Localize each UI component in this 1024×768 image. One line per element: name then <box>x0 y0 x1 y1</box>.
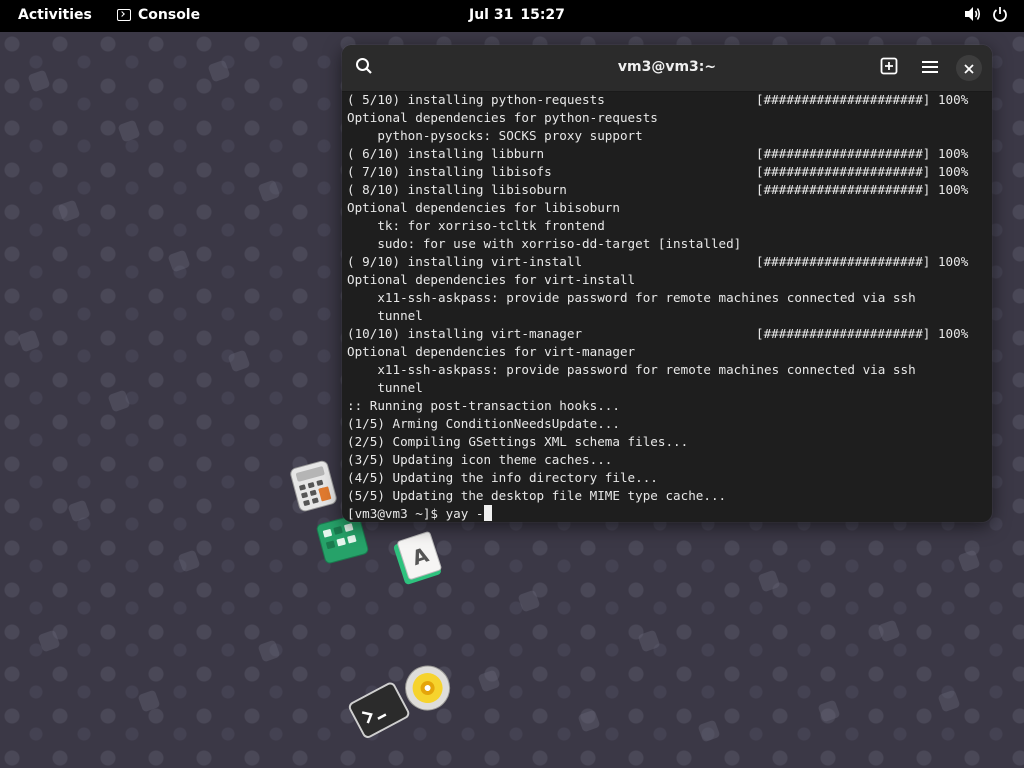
terminal-line: ( 6/10) installing libburn [#############… <box>347 146 969 161</box>
terminal-line: (2/5) Compiling GSettings XML schema fil… <box>347 434 689 449</box>
terminal-line: x11-ssh-askpass: provide password for re… <box>347 362 916 377</box>
clock-button[interactable]: Jul 31 15:27 <box>469 7 565 23</box>
terminal-line: ( 9/10) installing virt-install [########… <box>347 254 969 269</box>
app-name: Console <box>138 7 201 23</box>
close-icon <box>964 59 974 78</box>
terminal-line: (5/5) Updating the desktop file MIME typ… <box>347 488 727 503</box>
terminal-line: Optional dependencies for virt-manager <box>347 344 636 359</box>
power-icon <box>992 6 1008 22</box>
terminal-line: sudo: for use with xorriso-dd-target [in… <box>347 236 742 251</box>
text-cursor <box>483 505 492 521</box>
command-prompt-line[interactable]: [vm3@vm3 ~]$ yay - <box>347 505 992 522</box>
close-window-button[interactable] <box>956 55 982 81</box>
terminal-line: Optional dependencies for virt-install <box>347 272 636 287</box>
terminal-line: (3/5) Updating icon theme caches... <box>347 452 613 467</box>
terminal-line: Optional dependencies for python-request… <box>347 110 658 125</box>
top-bar: Activities Console Jul 31 15:27 <box>0 0 1024 32</box>
terminal-output[interactable]: ( 5/10) installing python-requests [#####… <box>347 91 992 522</box>
system-menu-button[interactable] <box>964 6 1008 22</box>
terminal-line: python-pysocks: SOCKS proxy support <box>347 128 643 143</box>
terminal-line: tunnel <box>347 380 423 395</box>
activities-button[interactable]: Activities <box>18 7 92 23</box>
terminal-line: tunnel <box>347 308 423 323</box>
shell-prompt: [vm3@vm3 ~]$ <box>347 506 446 521</box>
terminal-icon <box>117 9 131 21</box>
terminal-line: (1/5) Arming ConditionNeedsUpdate... <box>347 416 620 431</box>
terminal-line: ( 8/10) installing libisoburn [##########… <box>347 182 969 197</box>
terminal-line: tk: for xorriso-tcltk frontend <box>347 218 605 233</box>
main-menu-button[interactable] <box>917 55 943 81</box>
time-label: 15:27 <box>520 7 565 23</box>
terminal-header-bar[interactable]: vm3@vm3:~ <box>342 45 992 92</box>
terminal-line: (4/5) Updating the info directory file..… <box>347 470 658 485</box>
terminal-line: ( 7/10) installing libisofs [############… <box>347 164 969 179</box>
hamburger-menu-icon <box>922 59 938 78</box>
terminal-line: Optional dependencies for libisoburn <box>347 200 620 215</box>
date-label: Jul 31 <box>469 7 514 23</box>
terminal-line: (10/10) installing virt-manager [########… <box>347 326 969 341</box>
terminal-line: x11-ssh-askpass: provide password for re… <box>347 290 916 305</box>
volume-icon <box>964 6 982 22</box>
app-menu-button[interactable]: Console <box>117 7 200 23</box>
new-tab-icon <box>880 57 898 79</box>
command-input[interactable]: yay - <box>446 506 484 521</box>
terminal-line: :: Running post-transaction hooks... <box>347 398 620 413</box>
terminal-line: ( 5/10) installing python-requests [#####… <box>347 92 969 107</box>
new-tab-button[interactable] <box>876 55 902 81</box>
terminal-window[interactable]: vm3@vm3:~ (5/10) installing python-requ… <box>342 45 992 522</box>
